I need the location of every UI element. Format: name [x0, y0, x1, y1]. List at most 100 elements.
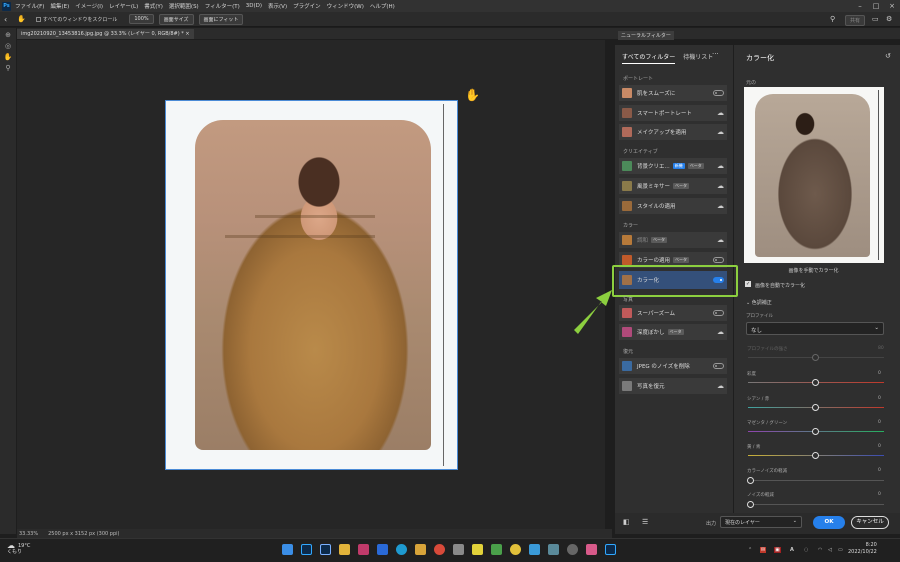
app-icon[interactable] — [567, 544, 578, 555]
fill-screen-button[interactable]: 画面にフィット — [198, 13, 244, 25]
tray-app-icon[interactable]: ◌ — [804, 547, 808, 553]
file-explorer-icon[interactable] — [339, 544, 350, 555]
chevron-up-icon[interactable]: ⌃ — [748, 547, 752, 553]
tray-a-icon[interactable]: A — [790, 547, 794, 553]
volume-icon[interactable]: ◁ — [828, 547, 832, 553]
cloud-download-icon[interactable]: ☁ — [717, 162, 724, 170]
tab-wait-list[interactable]: 待機リスト — [683, 52, 713, 64]
color-noise-track[interactable] — [748, 480, 884, 481]
maximize-icon[interactable]: □ — [868, 0, 884, 12]
filter-item[interactable]: 深度ぼかし ベータ ☁ — [619, 324, 727, 340]
app-icon[interactable] — [453, 544, 464, 555]
filter-item[interactable]: 肌をスムーズに — [619, 85, 727, 101]
app-icon[interactable] — [529, 544, 540, 555]
filter-item[interactable]: 写真を復元 ☁ — [619, 378, 727, 394]
color-noise-knob[interactable] — [747, 477, 754, 484]
weather-widget[interactable]: ☁ 19°C くもり — [7, 542, 30, 556]
edge-icon[interactable] — [396, 544, 407, 555]
app-icon[interactable] — [358, 544, 369, 555]
filter-item[interactable]: スーパーズーム — [619, 305, 727, 321]
share-button[interactable]: 共有 — [845, 15, 866, 26]
cloud-download-icon[interactable]: ☁ — [717, 182, 724, 190]
cloud-download-icon[interactable]: ☁ — [717, 328, 724, 336]
filter-toggle[interactable] — [713, 363, 724, 369]
hand-tool-icon[interactable]: ✋ — [3, 53, 13, 61]
reset-icon[interactable]: ↺ — [885, 52, 891, 60]
settings-icon[interactable]: ⚙ — [886, 15, 892, 23]
clock[interactable]: 8:20 2022/10/22 — [848, 542, 877, 556]
document-tab[interactable]: img20210920_13453816.jpg.jpg @ 33.3% (レイ… — [17, 29, 194, 39]
auto-colorize-checkbox[interactable]: ✓ — [745, 281, 751, 287]
filter-toggle[interactable] — [713, 257, 724, 263]
sticky-notes-icon[interactable] — [472, 544, 483, 555]
saturation-knob[interactable] — [812, 379, 819, 386]
filter-item[interactable]: スタイルの適用 ☁ — [619, 198, 727, 214]
filter-item[interactable]: スマートポートレート ☁ — [619, 105, 727, 121]
menu-select[interactable]: 選択範囲(S) — [169, 2, 199, 10]
scroll-all-checkbox[interactable]: すべてのウィンドウをスクロール — [35, 16, 117, 23]
back-icon[interactable]: ‹ — [4, 15, 7, 24]
chrome-icon[interactable] — [434, 544, 445, 555]
magenta-green-knob[interactable] — [812, 428, 819, 435]
filter-item[interactable]: JPEG のノイズを削除 — [619, 358, 727, 374]
tab-all-filters[interactable]: すべてのフィルター — [622, 52, 676, 64]
filter-item[interactable]: 背景クリエ... 新機 ベータ ☁ — [619, 158, 727, 174]
preview-toggle-icon[interactable]: ◧ — [623, 518, 630, 526]
cloud-download-icon[interactable]: ☁ — [717, 128, 724, 136]
cloud-download-icon[interactable]: ☁ — [717, 202, 724, 210]
menu-help[interactable]: ヘルプ(H) — [370, 2, 395, 10]
search-icon[interactable]: ⚲ — [830, 15, 835, 23]
filter-toggle[interactable] — [713, 310, 724, 316]
ok-button[interactable]: OK — [813, 516, 845, 529]
tray-app-icon[interactable]: ✉ — [760, 547, 767, 553]
filter-item[interactable]: メイクアップを適用 ☁ — [619, 124, 727, 140]
filter-item[interactable]: 風景ミキサー ベータ ☁ — [619, 178, 727, 194]
lightroom-icon[interactable] — [320, 544, 331, 555]
tray-app-icon[interactable]: ▣ — [774, 547, 781, 553]
app-icon[interactable] — [491, 544, 502, 555]
panel-menu-icon[interactable]: ··· — [712, 50, 719, 58]
layers-icon[interactable]: ☰ — [642, 518, 648, 526]
cloud-download-icon[interactable]: ☁ — [717, 109, 724, 117]
zoom-100-button[interactable]: 100% — [129, 14, 154, 24]
mail-icon[interactable] — [377, 544, 388, 555]
zoom-tool-icon[interactable]: ⚲ — [3, 64, 13, 72]
menu-file[interactable]: ファイル(F) — [15, 2, 44, 10]
close-icon[interactable]: × — [884, 0, 900, 12]
workspace-icon[interactable]: ▭ — [872, 15, 879, 23]
app-icon[interactable] — [548, 544, 559, 555]
cloud-download-icon[interactable]: ☁ — [717, 382, 724, 390]
wifi-icon[interactable]: ◠ — [818, 547, 822, 553]
cancel-button[interactable]: キャンセル — [851, 516, 889, 529]
menu-plugins[interactable]: プラグイン — [293, 2, 321, 10]
crosshair-tool-icon[interactable]: ⊕ — [3, 31, 13, 39]
photoshop-icon[interactable] — [301, 544, 312, 555]
filter-item[interactable]: 調和 ベータ ☁ — [619, 232, 727, 248]
neural-filters-tab[interactable]: ニューラルフィルター — [618, 31, 674, 40]
profile-select[interactable]: なし ⌄ — [746, 322, 884, 335]
photoshop-active-icon[interactable] — [605, 544, 616, 555]
noise-knob[interactable] — [747, 501, 754, 508]
menu-window[interactable]: ウィンドウ(W) — [327, 2, 364, 10]
brush-tool-icon[interactable]: ◎ — [3, 42, 13, 50]
close-tab-icon[interactable]: × — [185, 31, 189, 37]
cyan-red-knob[interactable] — [812, 404, 819, 411]
menu-image[interactable]: イメージ(I) — [75, 2, 103, 10]
output-select[interactable]: 現在のレイヤー ⌄ — [720, 516, 802, 528]
battery-icon[interactable]: ▭ — [838, 547, 843, 553]
filter-toggle[interactable] — [713, 90, 724, 96]
menu-3d[interactable]: 3D(D) — [246, 3, 262, 9]
menu-view[interactable]: 表示(V) — [268, 2, 287, 10]
fit-screen-button[interactable]: 画面サイズ — [158, 13, 194, 25]
windows-start-icon[interactable] — [282, 544, 293, 555]
cloud-download-icon[interactable]: ☁ — [717, 236, 724, 244]
app-icon[interactable] — [586, 544, 597, 555]
menu-edit[interactable]: 編集(E) — [50, 2, 69, 10]
adjust-section-header[interactable]: ⌄ 色調補正 — [746, 299, 772, 306]
menu-layer[interactable]: レイヤー(L) — [109, 2, 138, 10]
minimize-icon[interactable]: – — [852, 0, 868, 12]
app-icon[interactable] — [510, 544, 521, 555]
yellow-blue-knob[interactable] — [812, 452, 819, 459]
menu-filter[interactable]: フィルター(T) — [205, 2, 240, 10]
paint-icon[interactable] — [415, 544, 426, 555]
